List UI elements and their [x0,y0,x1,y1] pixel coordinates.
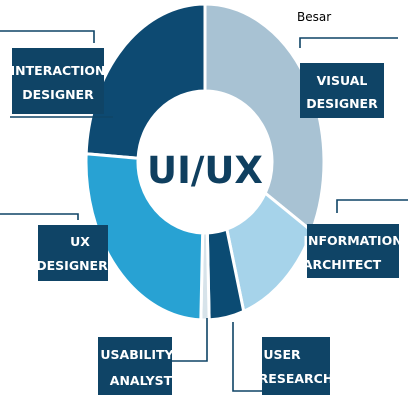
connector-interaction-designer [0,30,95,43]
connector-usability-analyst [172,318,208,362]
label-line-2: DESIGNER [22,87,94,102]
label-user-research: USER RESEARCH [259,337,334,395]
label-ux-designer: UX DESIGNER [36,225,108,281]
connector-information-architect [336,199,408,213]
connector-user-research [232,322,262,392]
label-line-1: INTERACTION [11,63,106,78]
label-line-1: USER [263,347,301,362]
label-usability-analyst: USABILITY ANALYST [98,337,175,395]
label-line-1: VISUAL [317,73,368,88]
label-visual-designer: VISUAL DESIGNER [300,63,384,118]
label-interaction-designer: INTERACTION DESIGNER [11,48,106,114]
label-information-architect: INFORMATION ARCHITECT [303,224,403,278]
label-box [12,48,104,114]
label-line-1: INFORMATION [303,233,402,248]
label-line-2: ANALYST [110,373,173,388]
uiux-roles-diagram: INTERACTION DESIGNER VISUAL DESIGNER INF… [0,2,408,395]
label-line-2: ARCHITECT [303,257,382,272]
label-line-1: USABILITY [100,347,174,362]
connector-ux-designer [0,213,79,220]
center-title: UI/UX [147,149,263,192]
label-box [262,337,330,395]
connector-visual-designer [299,37,398,48]
label-line-2: DESIGNER [36,258,108,273]
label-line-2: RESEARCH [259,371,334,386]
label-line-1: UX [70,234,90,249]
label-line-2: DESIGNER [306,96,378,111]
